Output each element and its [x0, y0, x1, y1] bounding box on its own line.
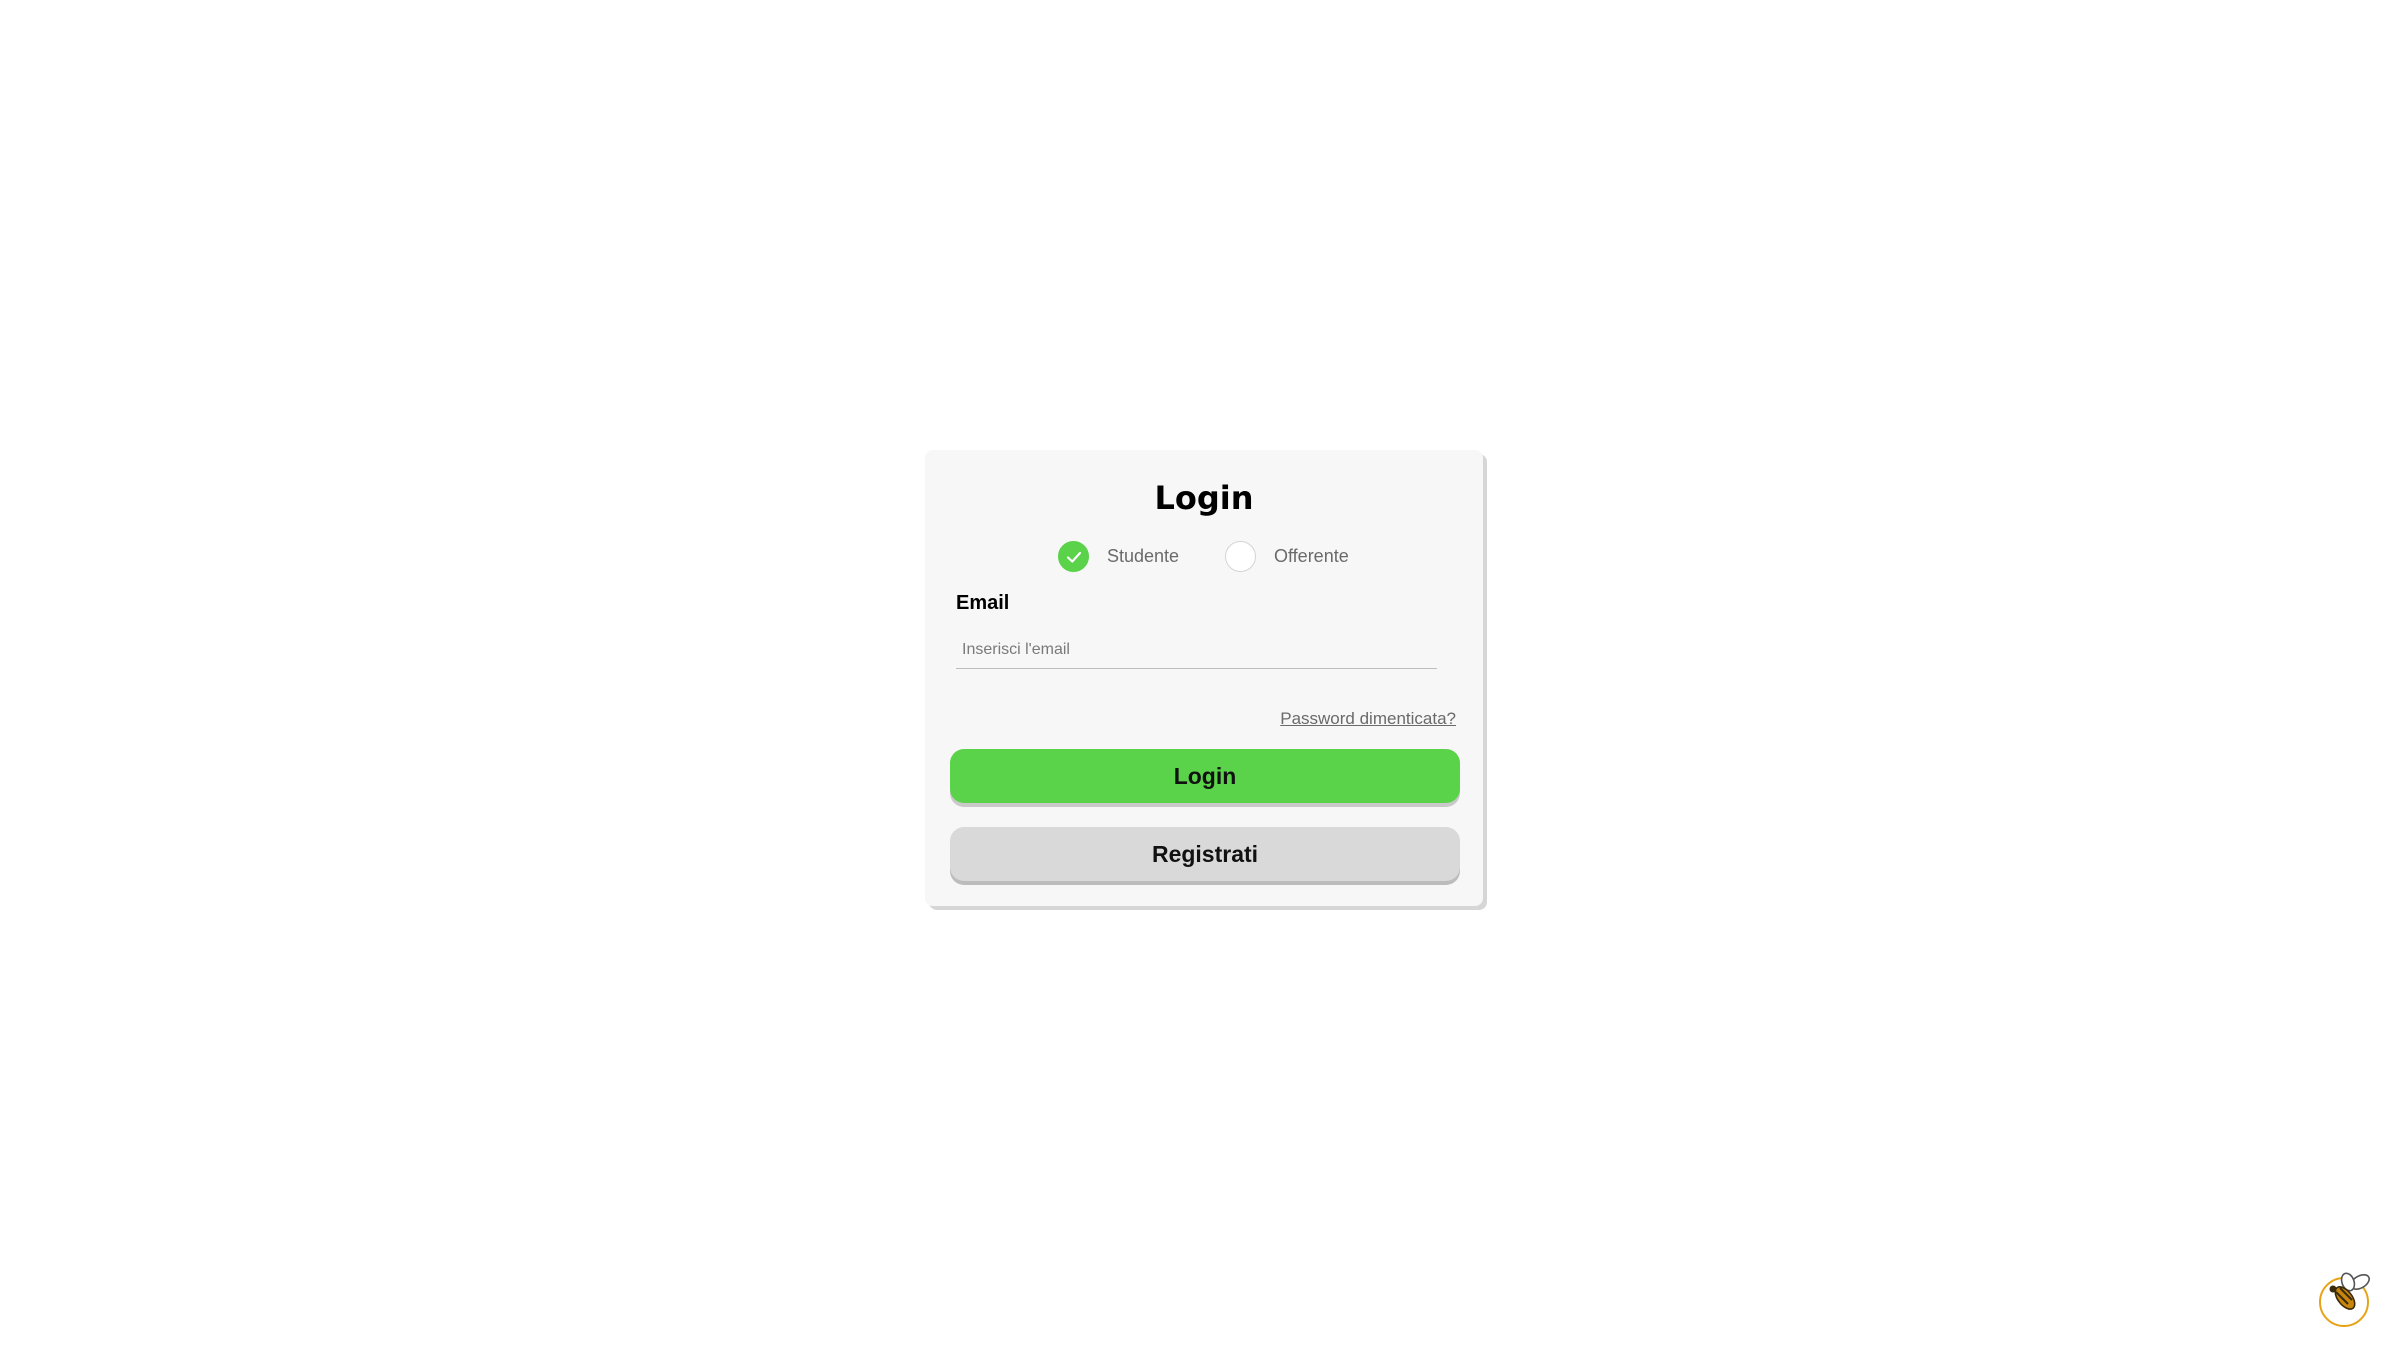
login-button[interactable]: Login — [950, 749, 1460, 803]
role-option-studente[interactable]: Studente — [1058, 541, 1179, 572]
page-title: Login — [1154, 479, 1254, 517]
role-option-offerente[interactable]: Offerente — [1225, 541, 1349, 572]
checkmark-icon — [1066, 551, 1081, 563]
forgot-password-link[interactable]: Password dimenticata? — [1280, 709, 1456, 729]
email-label: Email — [956, 592, 1010, 614]
role-label-studente: Studente — [1107, 546, 1180, 566]
role-radio-studente[interactable] — [1058, 541, 1089, 572]
role-label-offerente: Offerente — [1274, 546, 1349, 566]
bee-logo-icon[interactable] — [2318, 1268, 2380, 1330]
register-button[interactable]: Registrati — [950, 827, 1460, 881]
role-radio-offerente[interactable] — [1225, 541, 1256, 572]
email-field[interactable] — [956, 631, 1437, 669]
